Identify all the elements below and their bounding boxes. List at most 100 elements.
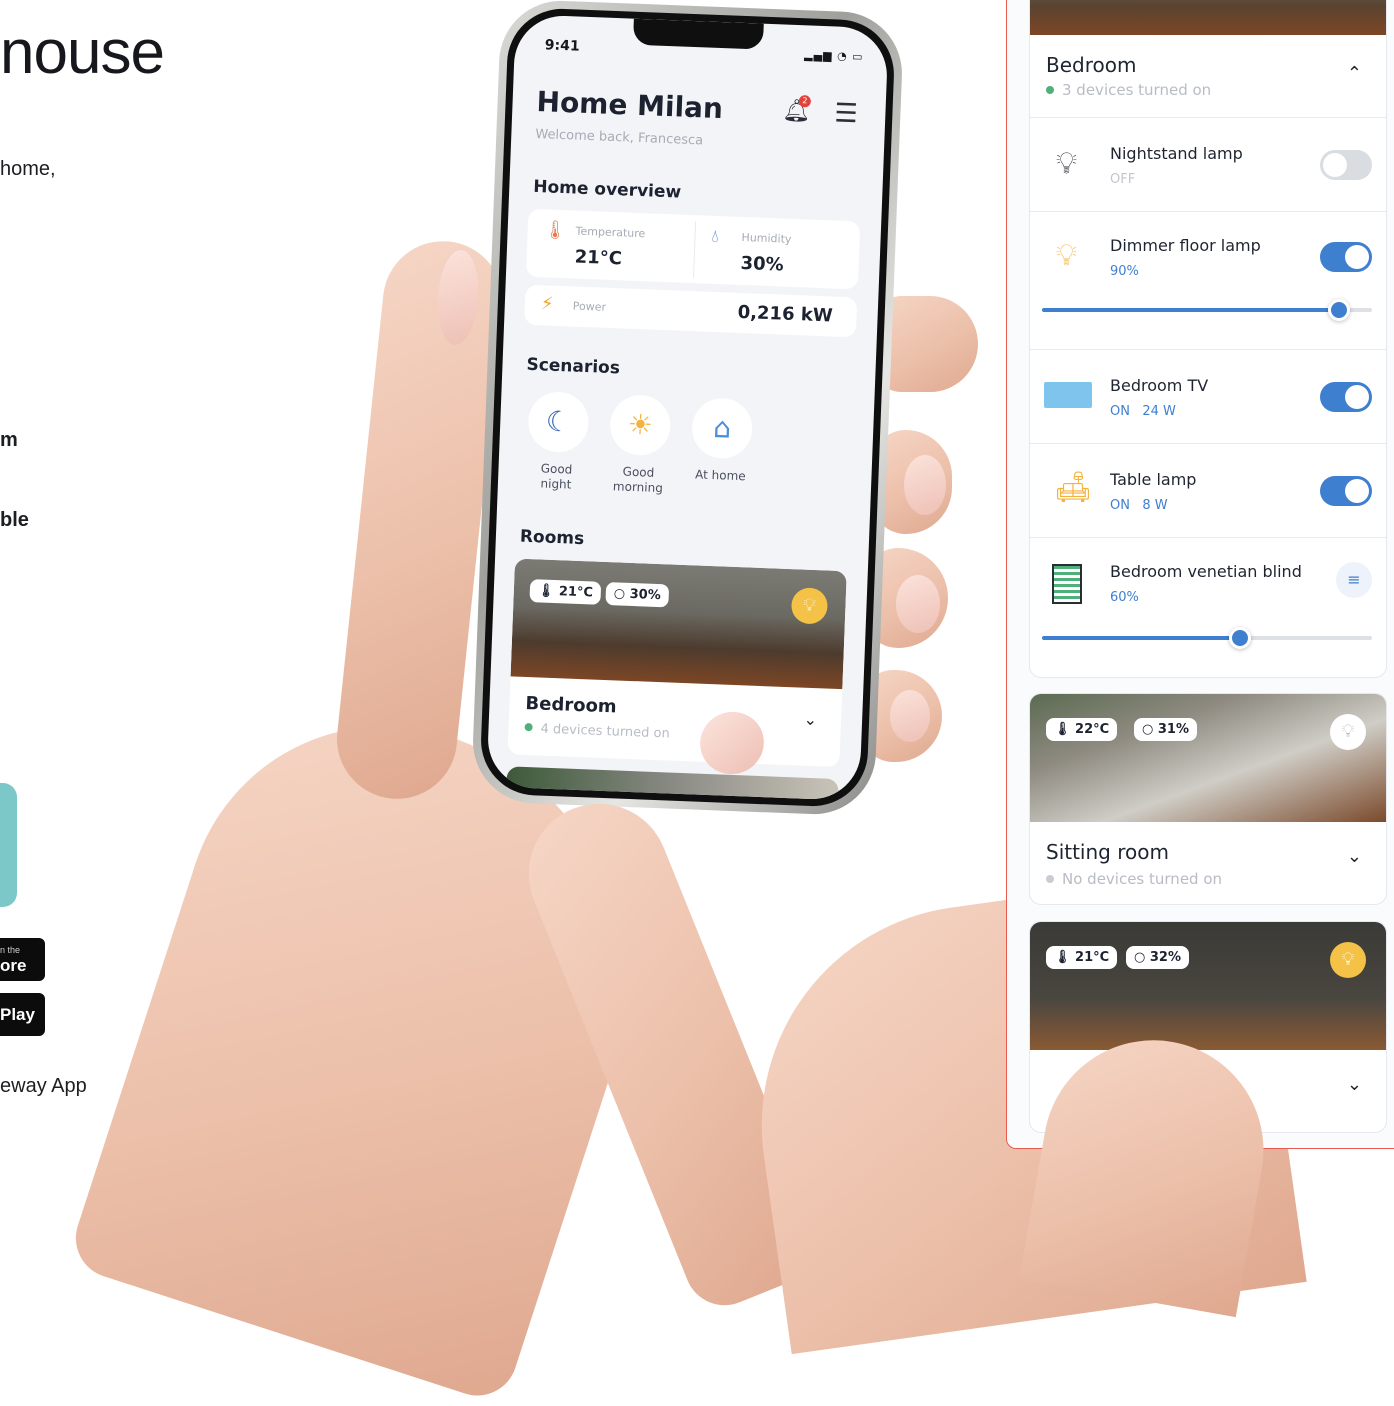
device-state: OFF <box>1110 172 1136 187</box>
finger-nail <box>890 690 930 742</box>
room-temp-pill: 🌡︎ 21°C <box>1046 946 1118 969</box>
device-row: Bedroom venetian blind 60% ≡ <box>1030 537 1386 677</box>
scenarios-heading: Scenarios <box>526 354 621 379</box>
scenario-good-morning[interactable]: Good morning <box>598 464 679 497</box>
temperature-humidity-card: 🌡︎ Temperature 21°C 💧︎ Humidity 30% <box>525 208 861 290</box>
device-name: Nightstand lamp <box>1110 144 1243 163</box>
temperature-label: Temperature <box>575 224 646 241</box>
status-dot <box>1046 875 1054 883</box>
google-play-label: Play <box>0 1005 35 1024</box>
device-state: ON 8 W <box>1110 498 1168 513</box>
room-status: 3 devices turned on <box>1046 81 1211 99</box>
rooms-heading: Rooms <box>519 526 585 550</box>
device-name: Bedroom TV <box>1110 376 1209 395</box>
room-temp-pill: 🌡︎ 22°C <box>1046 718 1118 741</box>
dimmer-slider[interactable] <box>1042 299 1372 321</box>
scenario-label: At home <box>694 467 746 484</box>
room-status-text: No devices turned on <box>1062 870 1223 888</box>
bedroom-photo <box>1030 0 1386 35</box>
device-state: ON 24 W <box>1110 404 1176 419</box>
toggle-knob <box>1345 479 1369 503</box>
chevron-down-icon[interactable]: ⌄ <box>803 710 817 730</box>
slider-fill <box>1042 308 1339 312</box>
scenario-good-night[interactable]: Good night <box>516 460 597 493</box>
device-toggle[interactable] <box>1320 242 1372 272</box>
device-state: 90% <box>1110 264 1139 279</box>
slider-fill <box>1042 636 1240 640</box>
device-name: Table lamp <box>1110 470 1197 489</box>
chevron-down-icon[interactable]: ⌄ <box>1347 1074 1362 1095</box>
scenario-at-home[interactable]: At home <box>680 467 761 485</box>
humidity-value: 30% <box>740 252 785 276</box>
room-detail-panel: Bedroom 3 devices turned on ⌃ 💡︎ Nightst… <box>1006 0 1394 1149</box>
room-status: 4 devices turned on <box>524 721 670 742</box>
bedroom-room-card[interactable]: 🌡︎ 21°C ○ 30% 💡︎ Bedroom 4 devices turne… <box>507 558 847 768</box>
room-2-photo <box>1030 922 1386 1050</box>
device-toggle[interactable] <box>1320 476 1372 506</box>
room-humidity-value: 31% <box>1157 722 1189 737</box>
droplet-icon: 💧︎ <box>711 225 720 248</box>
device-row: 💡︎ Dimmer floor lamp 90% <box>1030 211 1386 350</box>
blind-slider[interactable] <box>1042 627 1372 649</box>
scenario-label: morning <box>612 479 664 496</box>
overview-heading: Home overview <box>532 176 682 203</box>
room-temp-value: 21°C <box>558 584 594 601</box>
room-temp-pill: 🌡︎ 21°C <box>529 579 602 605</box>
lightbulb-icon[interactable]: 💡︎ <box>1330 942 1366 978</box>
device-row: 🛋︎ Table lamp ON 8 W <box>1030 443 1386 538</box>
power-card: ⚡︎ Power 0,216 kW <box>524 284 858 338</box>
sitting-room-card[interactable]: 🌡︎ 22°C ○ 31% 💡︎ Sitting room No devices… <box>1029 693 1387 905</box>
device-row: Bedroom TV ON 24 W <box>1030 349 1386 444</box>
next-room-card-peek <box>505 766 839 801</box>
room-humidity-pill: ○ 32% <box>1126 946 1189 969</box>
feature-text-fragment-2: ble <box>0 509 29 531</box>
room-temp-value: 22°C <box>1075 722 1110 737</box>
app-store-caption: n the <box>0 945 21 955</box>
finger-nail <box>904 455 946 515</box>
blind-control-icon[interactable]: ≡ <box>1336 562 1372 598</box>
bedroom-expanded-card: Bedroom 3 devices turned on ⌃ 💡︎ Nightst… <box>1029 0 1387 678</box>
chevron-up-icon[interactable]: ⌃ <box>1347 63 1362 84</box>
sun-icon[interactable]: ☀ <box>609 394 672 457</box>
app-store-label: ore <box>0 956 27 975</box>
app-name-text: eway App <box>0 1075 87 1097</box>
status-dot <box>1046 86 1054 94</box>
hamburger-menu-icon[interactable]: ☰ <box>834 98 858 129</box>
room-status-text: 3 devices turned on <box>1062 81 1212 99</box>
room-humidity-value: 30% <box>629 586 662 604</box>
app-store-button[interactable]: n the ore <box>0 938 45 981</box>
phone-screen: 9:41 ▂▄▆ ◔ ▭ Home Milan Welcome back, Fr… <box>486 14 889 801</box>
teal-feature-card <box>0 783 17 907</box>
humidity-label: Humidity <box>741 230 792 246</box>
home-title: Home Milan <box>536 84 724 126</box>
house-icon[interactable]: ⌂ <box>691 397 754 460</box>
device-name: Dimmer floor lamp <box>1110 236 1261 255</box>
smartphone: 9:41 ▂▄▆ ◔ ▭ Home Milan Welcome back, Fr… <box>470 0 905 817</box>
slider-thumb[interactable] <box>1328 299 1350 321</box>
moon-icon[interactable]: ☾ <box>527 390 590 454</box>
device-name: Bedroom venetian blind <box>1110 562 1302 581</box>
phone-bezel: 9:41 ▂▄▆ ◔ ▭ Home Milan Welcome back, Fr… <box>479 6 896 809</box>
table-lamp-icon: 🛋︎ <box>1054 470 1093 505</box>
toggle-knob <box>1345 245 1369 269</box>
status-time: 9:41 <box>544 37 580 55</box>
slider-thumb[interactable] <box>1229 627 1251 649</box>
card-divider <box>693 221 697 278</box>
room-status: No devices turned on <box>1046 870 1222 888</box>
device-row: 💡︎ Nightstand lamp OFF <box>1030 117 1386 212</box>
toggle-knob <box>1345 385 1369 409</box>
room-status-text: 4 devices turned on <box>540 721 671 742</box>
lightning-icon: ⚡︎ <box>540 293 554 315</box>
device-toggle[interactable] <box>1320 150 1372 180</box>
room-humidity-value: 32% <box>1149 950 1181 965</box>
lightbulb-icon[interactable]: 💡︎ <box>1330 714 1366 750</box>
device-toggle[interactable] <box>1320 382 1372 412</box>
intro-text-fragment: home, <box>0 158 56 180</box>
thermometer-icon: 🌡︎ <box>543 219 567 242</box>
google-play-button[interactable]: Play <box>0 993 45 1036</box>
chevron-down-icon[interactable]: ⌄ <box>1347 846 1362 867</box>
phone-notch <box>632 18 764 50</box>
welcome-subtitle: Welcome back, Francesca <box>535 126 704 149</box>
room-name: Bedroom <box>1046 53 1137 77</box>
room-name: Bedroom <box>525 693 618 718</box>
